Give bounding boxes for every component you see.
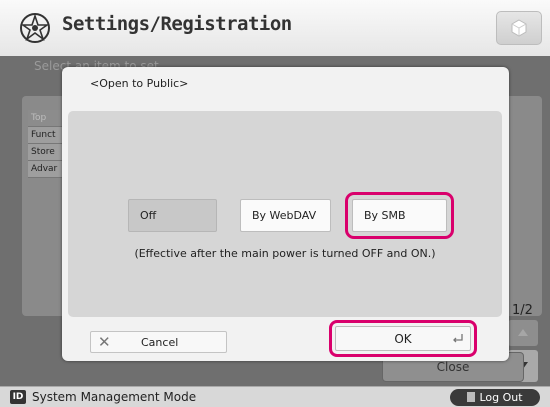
option-by-smb-button[interactable]: By SMB: [345, 192, 454, 239]
status-bar: ID System Management Mode Log Out: [0, 386, 550, 407]
ok-button[interactable]: OK: [329, 320, 477, 357]
effective-note: (Effective after the main power is turne…: [134, 247, 436, 260]
settings-icon: [18, 11, 52, 45]
page-indicator: 1/2: [512, 303, 533, 318]
option-by-webdav-button[interactable]: By WebDAV: [240, 199, 331, 232]
cube-button[interactable]: [496, 11, 542, 45]
ok-label: OK: [394, 332, 412, 346]
mode-label: System Management Mode: [32, 390, 197, 404]
cube-icon: [511, 19, 527, 37]
logout-label: Log Out: [479, 391, 523, 404]
header-bar: Settings/Registration: [0, 0, 550, 57]
dialog-title: <Open to Public>: [90, 77, 189, 90]
option-webdav-label: By WebDAV: [252, 209, 317, 222]
cancel-button[interactable]: ✕ Cancel: [90, 331, 227, 353]
option-off-label: Off: [140, 209, 157, 222]
logout-button[interactable]: Log Out: [450, 389, 540, 406]
open-to-public-dialog: <Open to Public> Off By WebDAV By SMB (E…: [62, 67, 509, 361]
option-smb-label: By SMB: [364, 209, 406, 222]
close-icon: ✕: [98, 333, 111, 351]
page-title: Settings/Registration: [62, 13, 292, 35]
logout-icon: [467, 392, 476, 402]
cancel-label: Cancel: [141, 336, 179, 349]
dialog-options-panel: Off By WebDAV By SMB (Effective after th…: [68, 111, 502, 317]
screen: Settings/Registration Select an item to …: [0, 0, 550, 407]
enter-icon: [453, 334, 463, 343]
id-icon: ID: [10, 390, 26, 404]
scroll-up-button[interactable]: [508, 320, 538, 346]
option-off-button[interactable]: Off: [128, 199, 217, 232]
